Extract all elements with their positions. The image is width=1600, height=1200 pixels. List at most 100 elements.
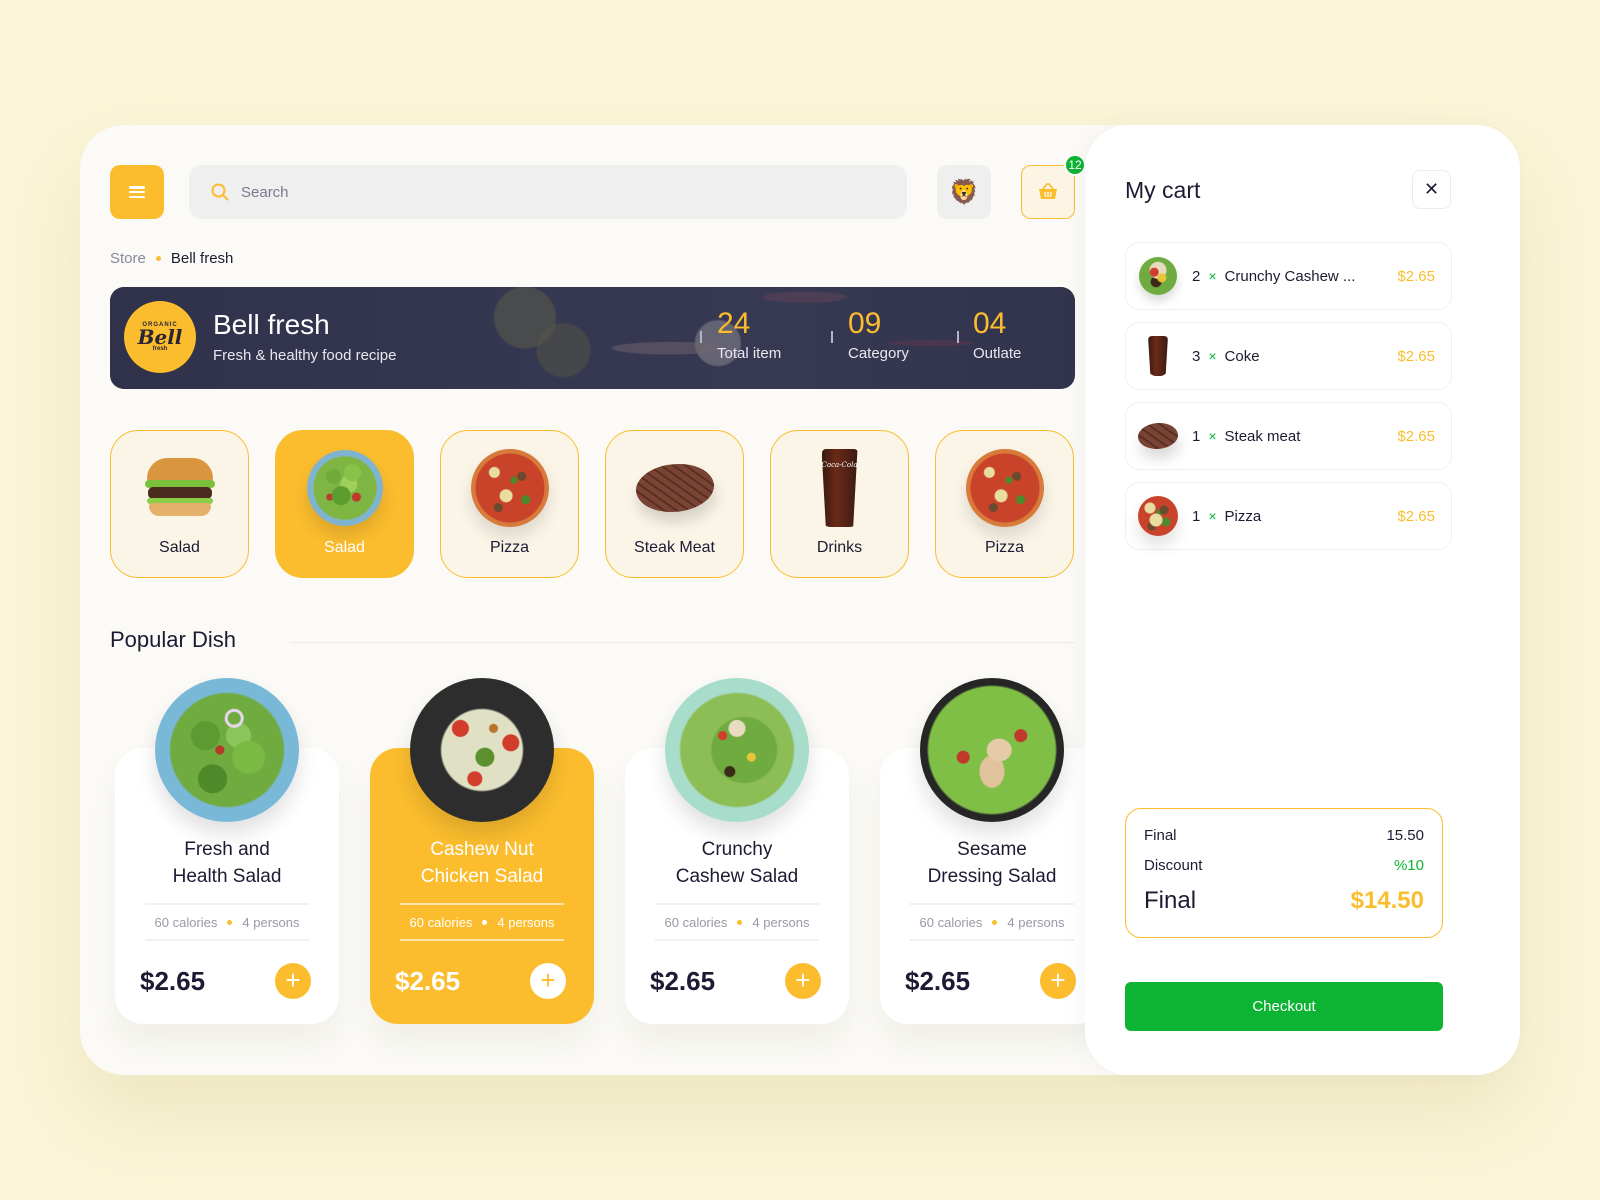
cart-count-badge: 12 (1064, 154, 1086, 176)
close-icon: ✕ (1423, 179, 1440, 199)
category-label: Pizza (984, 539, 1025, 556)
dish-calories: 60 calories (664, 914, 728, 930)
dish-price: $2.65 (905, 966, 971, 996)
dish-photo (665, 678, 809, 822)
stat-category: 09 Category (848, 307, 909, 362)
cart-item[interactable]: 1 × Steak meat $2.65 (1125, 402, 1452, 470)
dish-persons: 4 persons (242, 914, 300, 930)
close-cart-button[interactable]: ✕ (1412, 170, 1451, 209)
category-salad[interactable]: Salad (110, 430, 249, 578)
dish-card[interactable]: Sesame Dressing Salad 60 calories 4 person… (880, 678, 1104, 1024)
store-name: Bell fresh (213, 309, 330, 340)
subtotal-value: 15.50 (1386, 827, 1424, 844)
total-value: $14.50 (1350, 887, 1424, 914)
summary-total-row: Final $14.50 (1144, 887, 1424, 915)
cart-item[interactable]: 1 × Pizza $2.65 (1125, 482, 1452, 550)
category-label: Salad (159, 539, 200, 556)
search-bar[interactable] (189, 165, 907, 219)
dish-calories: 60 calories (919, 914, 983, 930)
dish-name: Sesame Dressing Salad (927, 839, 1057, 887)
cola-glass-icon: Coca-Cola (801, 449, 879, 527)
breadcrumb-store-link[interactable]: Store (110, 250, 146, 267)
category-drinks[interactable]: Coca-Cola Drinks (770, 430, 909, 578)
cart-item-price: $2.65 (1397, 267, 1435, 285)
dish-persons: 4 persons (752, 914, 810, 930)
cart-item-price: $2.65 (1397, 347, 1435, 365)
dish-name: Fresh and Health Salad (172, 839, 282, 887)
section-divider (290, 642, 1075, 643)
category-steak-meat[interactable]: Steak Meat (605, 430, 744, 578)
app-window: 🦁 12 Store Bell fresh ORGANIC Bell fresh (80, 125, 1520, 1075)
breadcrumb-current: Bell fresh (170, 250, 234, 267)
category-pizza[interactable]: Pizza (440, 430, 579, 578)
category-salad-active[interactable]: Salad (275, 430, 414, 578)
dish-price: $2.65 (395, 966, 461, 996)
steak-icon (631, 449, 718, 527)
dish-persons: 4 persons (497, 914, 555, 930)
cart-item-name: Crunchy Cashew ... (1224, 267, 1356, 285)
popular-dish-heading: Popular Dish (110, 627, 236, 652)
pizza-icon (965, 449, 1044, 527)
store-tagline: Fresh & healthy food recipe (213, 347, 397, 364)
dish-photo (155, 678, 299, 822)
stat-label: Total item (717, 345, 782, 362)
cart-item-name: Pizza (1224, 507, 1262, 525)
add-to-cart-button[interactable]: + (1040, 963, 1076, 999)
cart-item[interactable]: 3 × Coke $2.65 (1125, 322, 1452, 390)
category-label: Pizza (489, 539, 530, 556)
discount-value: %10 (1393, 857, 1424, 874)
salad-bowl-icon (306, 449, 384, 527)
search-input[interactable] (241, 183, 841, 201)
add-to-cart-button[interactable]: + (275, 963, 311, 999)
dish-meta: 60 calories 4 persons (400, 903, 564, 941)
search-icon (211, 183, 229, 201)
logo-main-text: Bell (137, 325, 183, 349)
cart-title: My cart (1125, 177, 1201, 203)
times-icon: × (1208, 508, 1217, 524)
dish-name: Crunchy Cashew Salad (675, 839, 799, 887)
menu-button[interactable] (110, 165, 164, 219)
profile-avatar-button[interactable]: 🦁 (937, 165, 991, 219)
category-pizza-2[interactable]: Pizza (935, 430, 1074, 578)
cart-item-qty: 3 (1192, 347, 1201, 365)
subtotal-label: Final (1144, 827, 1177, 844)
stat-value: 24 (717, 307, 751, 340)
burger-icon (141, 449, 219, 527)
stat-label: Category (848, 345, 909, 362)
stat-total-items: 24 Total item (717, 307, 781, 362)
total-label: Final (1144, 887, 1197, 914)
add-to-cart-button[interactable]: + (530, 963, 566, 999)
dish-card-active[interactable]: Cashew Nut Chicken Salad 60 calories 4 per… (370, 678, 594, 1024)
category-label: Salad (324, 539, 365, 556)
dish-photo (410, 678, 554, 822)
stat-divider (700, 331, 702, 343)
dish-card[interactable]: Fresh and Health Salad 60 calories 4 perso… (115, 678, 339, 1024)
cart-item[interactable]: 2 × Crunchy Cashew ... $2.65 (1125, 242, 1452, 310)
store-banner: ORGANIC Bell fresh Bell fresh Fresh & he… (110, 287, 1075, 389)
dish-calories: 60 calories (154, 914, 218, 930)
category-list: Salad Salad Pizza Steak Meat Coca-Cola D… (110, 430, 1074, 578)
add-to-cart-button[interactable]: + (785, 963, 821, 999)
times-icon: × (1208, 348, 1217, 364)
pizza-thumbnail-icon (1138, 496, 1178, 536)
cart-item-list: 2 × Crunchy Cashew ... $2.65 3 × Coke $2… (1125, 242, 1452, 562)
times-icon: × (1208, 428, 1217, 444)
cart-button[interactable]: 12 (1021, 154, 1086, 219)
dish-photo (920, 678, 1064, 822)
discount-label: Discount (1144, 857, 1203, 874)
main-content: 🦁 12 Store Bell fresh ORGANIC Bell fresh (110, 154, 1104, 1065)
cart-panel: My cart ✕ 2 × Crunchy Cashew ... $2.65 3… (1085, 125, 1520, 1075)
basket-icon (1039, 183, 1057, 199)
cart-item-qty: 1 (1192, 507, 1201, 525)
hamburger-icon (129, 186, 145, 198)
stat-divider (957, 331, 959, 343)
breadcrumb: Store Bell fresh (110, 250, 233, 267)
stat-label: Outlate (973, 345, 1022, 362)
order-summary: Final 15.50 Discount %10 Final $14.50 (1125, 808, 1443, 938)
summary-subtotal-row: Final 15.50 (1144, 827, 1424, 844)
checkout-button[interactable]: Checkout (1125, 982, 1443, 1031)
dish-card[interactable]: Crunchy Cashew Salad 60 calories 4 persons… (625, 678, 849, 1024)
dish-persons: 4 persons (1007, 914, 1065, 930)
breadcrumb-separator (155, 256, 161, 261)
category-label: Drinks (816, 539, 863, 556)
